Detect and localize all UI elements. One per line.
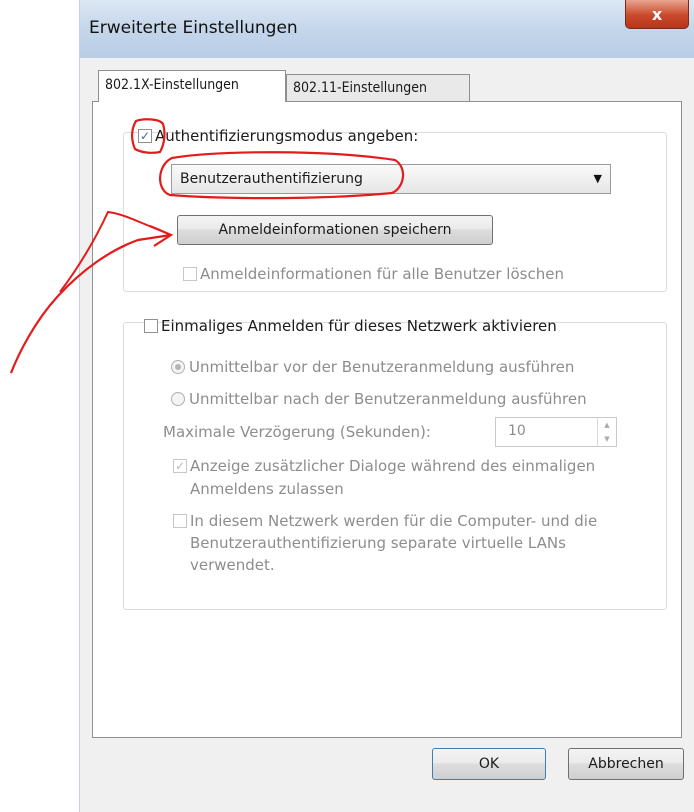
auth-mode-row: ✓ Authentifizierungsmodus angeben: <box>138 127 418 145</box>
ok-button[interactable]: OK <box>432 748 546 780</box>
delete-credentials-label: Anmeldeinformationen für alle Benutzer l… <box>200 265 564 283</box>
sso-enable-row: Einmaliges Anmelden für dieses Netzwerk … <box>144 317 557 335</box>
settings-panel: ✓ Authentifizierungsmodus angeben: Benut… <box>92 101 682 738</box>
radio-after-row: Unmittelbar nach der Benutzeranmeldung a… <box>171 390 587 408</box>
auth-mode-select[interactable]: Benutzerauthentifizierung ▼ <box>171 164 611 194</box>
delete-credentials-checkbox[interactable] <box>183 267 197 281</box>
dialogs-label-line2: Anmeldens zulassen <box>190 480 344 498</box>
sso-enable-checkbox[interactable] <box>144 319 158 333</box>
save-credentials-button[interactable]: Anmeldeinformationen speichern <box>177 215 493 245</box>
radio-before-row: Unmittelbar vor der Benutzeranmeldung au… <box>171 358 574 376</box>
auth-mode-label: Authentifizierungsmodus angeben: <box>155 127 419 145</box>
delete-credentials-row: Anmeldeinformationen für alle Benutzer l… <box>183 265 564 283</box>
vlan-label-line2: Benutzerauthentifizierung separate virtu… <box>190 534 566 552</box>
spin-up-icon[interactable]: ▲ <box>604 418 609 432</box>
check-icon: ✓ <box>174 459 186 473</box>
vlan-label-line3: verwendet. <box>190 556 275 574</box>
radio-dot <box>175 364 181 370</box>
chevron-down-icon: ▼ <box>593 172 602 185</box>
tab-80211[interactable]: 802.11-Einstellungen <box>286 74 470 102</box>
delay-label: Maximale Verzögerung (Sekunden): <box>163 423 431 441</box>
tab-8021x[interactable]: 802.1X-Einstellungen <box>98 70 286 102</box>
check-icon: ✓ <box>139 129 151 143</box>
stepper-arrows: ▲ ▼ <box>597 418 616 446</box>
spin-down-icon[interactable]: ▼ <box>604 432 609 446</box>
dialogs-label-line1: Anzeige zusätzlicher Dialoge während des… <box>190 457 596 475</box>
auth-mode-value: Benutzerauthentifizierung <box>180 171 363 187</box>
dialogs-checkbox[interactable]: ✓ <box>173 459 187 473</box>
dialogs-row: ✓ Anzeige zusätzlicher Dialoge während d… <box>173 457 595 475</box>
radio-before[interactable] <box>171 360 185 374</box>
window-title: Erweiterte Einstellungen <box>89 18 298 38</box>
vlan-checkbox[interactable] <box>173 514 187 528</box>
sso-enable-label: Einmaliges Anmelden für dieses Netzwerk … <box>161 317 557 335</box>
vlan-row: In diesem Netzwerk werden für die Comput… <box>173 512 597 530</box>
radio-after-label: Unmittelbar nach der Benutzeranmeldung a… <box>189 390 587 408</box>
auth-mode-checkbox[interactable]: ✓ <box>138 129 152 143</box>
dialog-window: Erweiterte Einstellungen x 802.1X-Einste… <box>80 0 694 812</box>
radio-after[interactable] <box>171 392 185 406</box>
delay-stepper[interactable]: 10 ▲ ▼ <box>495 417 617 447</box>
cancel-button[interactable]: Abbrechen <box>568 748 684 780</box>
delay-value: 10 <box>508 423 526 439</box>
title-bar: Erweiterte Einstellungen x <box>80 0 694 58</box>
close-icon: x <box>651 4 663 24</box>
close-button[interactable]: x <box>625 0 689 29</box>
vlan-label-line1: In diesem Netzwerk werden für die Comput… <box>190 512 598 530</box>
radio-before-label: Unmittelbar vor der Benutzeranmeldung au… <box>189 358 575 376</box>
